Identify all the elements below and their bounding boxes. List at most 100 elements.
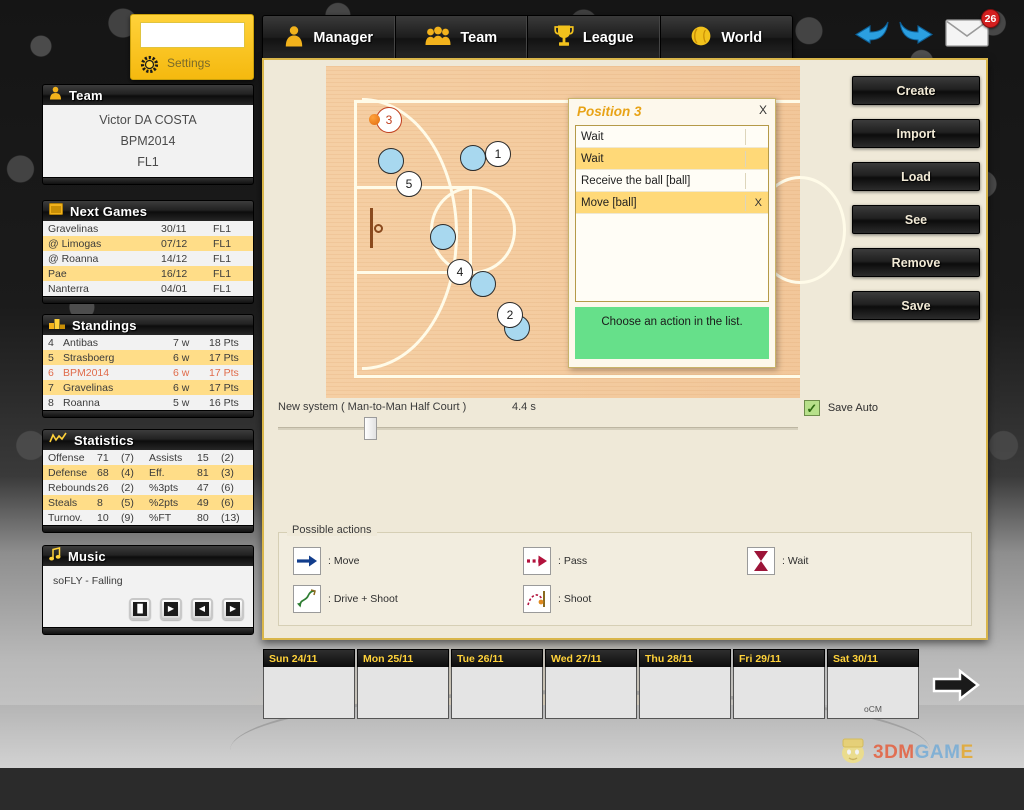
calendar-day-body[interactable]: [639, 667, 731, 719]
calendar-day[interactable]: Tue 26/11: [451, 649, 543, 719]
standings-points: 17 Pts: [209, 382, 253, 394]
calendar-day[interactable]: Mon 25/11: [357, 649, 449, 719]
standings-row[interactable]: 8Roanna5 w16 Pts: [43, 395, 253, 410]
calendar-day[interactable]: Wed 27/11: [545, 649, 637, 719]
player-marker-5[interactable]: 5: [396, 171, 422, 197]
standings-team: Roanna: [63, 397, 173, 409]
nav-item-league[interactable]: League: [528, 16, 661, 60]
calendar-day[interactable]: Sun 24/11: [263, 649, 355, 719]
see-button[interactable]: See: [852, 205, 980, 234]
next-game-date: 30/11: [161, 223, 213, 235]
action-row[interactable]: Move [ball]X: [576, 192, 768, 214]
statistic-value-left: 8: [97, 497, 121, 509]
action-row[interactable]: Wait: [576, 126, 768, 148]
statistic-label-right: %3pts: [149, 482, 197, 494]
standings-wins: 6 w: [173, 367, 209, 379]
next-game-row[interactable]: @ Roanna14/12FL1: [43, 251, 253, 266]
create-button[interactable]: Create: [852, 76, 980, 105]
next-game-competition: FL1: [213, 223, 253, 235]
action-list[interactable]: WaitWaitReceive the ball [ball]Move [bal…: [575, 125, 769, 302]
standings-rank: 5: [43, 352, 63, 364]
shoot-icon: [523, 585, 551, 613]
team-club-name: BPM2014: [43, 131, 253, 152]
standings-body: 4Antibas7 w18 Pts5Strasboerg6 w17 Pts6BP…: [42, 335, 254, 411]
watermark-part2: GAM: [915, 742, 961, 763]
standings-row[interactable]: 4Antibas7 w18 Pts: [43, 335, 253, 350]
defender-marker[interactable]: [460, 145, 486, 171]
next-game-row[interactable]: @ Limogas07/12FL1: [43, 236, 253, 251]
nav-item-world[interactable]: World: [661, 16, 793, 60]
calendar-day-body[interactable]: [545, 667, 637, 719]
standings-row[interactable]: 6BPM20146 w17 Pts: [43, 365, 253, 380]
chart-icon: [49, 431, 67, 449]
close-icon[interactable]: X: [759, 103, 767, 117]
player-marker-4[interactable]: 4: [447, 259, 473, 285]
calendar-day[interactable]: Thu 28/11: [639, 649, 731, 719]
calendar-day-body[interactable]: [263, 667, 355, 719]
next-week-arrow-icon[interactable]: [932, 668, 980, 707]
redo-arrow-icon[interactable]: [898, 18, 936, 53]
play-button[interactable]: ▶: [160, 598, 182, 620]
calendar-day-header: Tue 26/11: [451, 649, 543, 667]
globe-icon: [690, 25, 712, 52]
standings-panel: Standings 4Antibas7 w18 Pts5Strasboerg6 …: [42, 314, 254, 418]
player-marker-2[interactable]: 2: [497, 302, 523, 328]
player-marker-1[interactable]: 1: [485, 141, 511, 167]
timeline-slider-thumb[interactable]: [364, 417, 377, 440]
save-button[interactable]: Save: [852, 291, 980, 320]
timeline-slider-track[interactable]: [278, 427, 798, 430]
nav-label-team: Team: [460, 30, 497, 46]
calendar-day-header: Wed 27/11: [545, 649, 637, 667]
next-game-date: 14/12: [161, 253, 213, 265]
nav-label-manager: Manager: [313, 30, 373, 46]
next-game-row[interactable]: Pae16/12FL1: [43, 266, 253, 281]
previous-button[interactable]: ◀: [191, 598, 213, 620]
standings-row[interactable]: 7Gravelinas6 w17 Pts: [43, 380, 253, 395]
next-game-date: 04/01: [161, 283, 213, 295]
calendar-day[interactable]: Sat 30/11oCM: [827, 649, 919, 719]
statistic-value-right: 81: [197, 467, 221, 479]
settings-button[interactable]: Settings: [130, 14, 254, 80]
statistic-rank-left: (5): [121, 497, 149, 509]
defender-marker[interactable]: [430, 224, 456, 250]
next-game-competition: FL1: [213, 253, 253, 265]
settings-slot: [140, 22, 245, 48]
load-button[interactable]: Load: [852, 162, 980, 191]
calendar-day[interactable]: Fri 29/11: [733, 649, 825, 719]
action-row[interactable]: Wait: [576, 148, 768, 170]
remove-button[interactable]: Remove: [852, 248, 980, 277]
defender-marker[interactable]: [470, 271, 496, 297]
delete-action-icon[interactable]: X: [755, 197, 762, 209]
action-row[interactable]: Receive the ball [ball]: [576, 170, 768, 192]
legend-item-pass: : Pass: [523, 547, 587, 575]
mail-count-badge: 26: [981, 9, 1000, 28]
week-calendar: Sun 24/11Mon 25/11Tue 26/11Wed 27/11Thu …: [263, 649, 919, 719]
mail-icon[interactable]: 26: [945, 16, 989, 53]
defender-marker[interactable]: [378, 148, 404, 174]
nav-item-manager[interactable]: Manager: [263, 16, 396, 60]
save-auto-checkbox[interactable]: ✓ Save Auto: [804, 400, 878, 416]
statistic-rank-right: (13): [221, 512, 251, 524]
action-divider: [745, 151, 746, 167]
drive-shoot-icon: [293, 585, 321, 613]
calendar-day-body[interactable]: [357, 667, 449, 719]
calendar-day-body[interactable]: oCM: [827, 667, 919, 719]
action-divider: [745, 173, 746, 189]
undo-arrow-icon[interactable]: [852, 18, 890, 53]
team-division: FL1: [43, 152, 253, 173]
next-game-row[interactable]: Gravelinas30/11FL1: [43, 221, 253, 236]
standings-row[interactable]: 5Strasboerg6 w17 Pts: [43, 350, 253, 365]
calendar-day-body[interactable]: [451, 667, 543, 719]
pause-button[interactable]: ▐▌: [129, 598, 151, 620]
legend-item-drive-shoot: : Drive + Shoot: [293, 585, 398, 613]
nav-item-team[interactable]: Team: [396, 16, 529, 60]
standings-team: Antibas: [63, 337, 173, 349]
next-button[interactable]: ▶: [222, 598, 244, 620]
calendar-day-body[interactable]: [733, 667, 825, 719]
possible-actions-box: Possible actions : Move : Pass: [278, 532, 972, 626]
next-game-row[interactable]: Nanterra04/01FL1: [43, 281, 253, 296]
import-button[interactable]: Import: [852, 119, 980, 148]
music-footer: [42, 628, 254, 635]
calendar-day-header: Fri 29/11: [733, 649, 825, 667]
statistics-body: Offense71(7)Assists15(2)Defense68(4)Eff.…: [42, 450, 254, 526]
